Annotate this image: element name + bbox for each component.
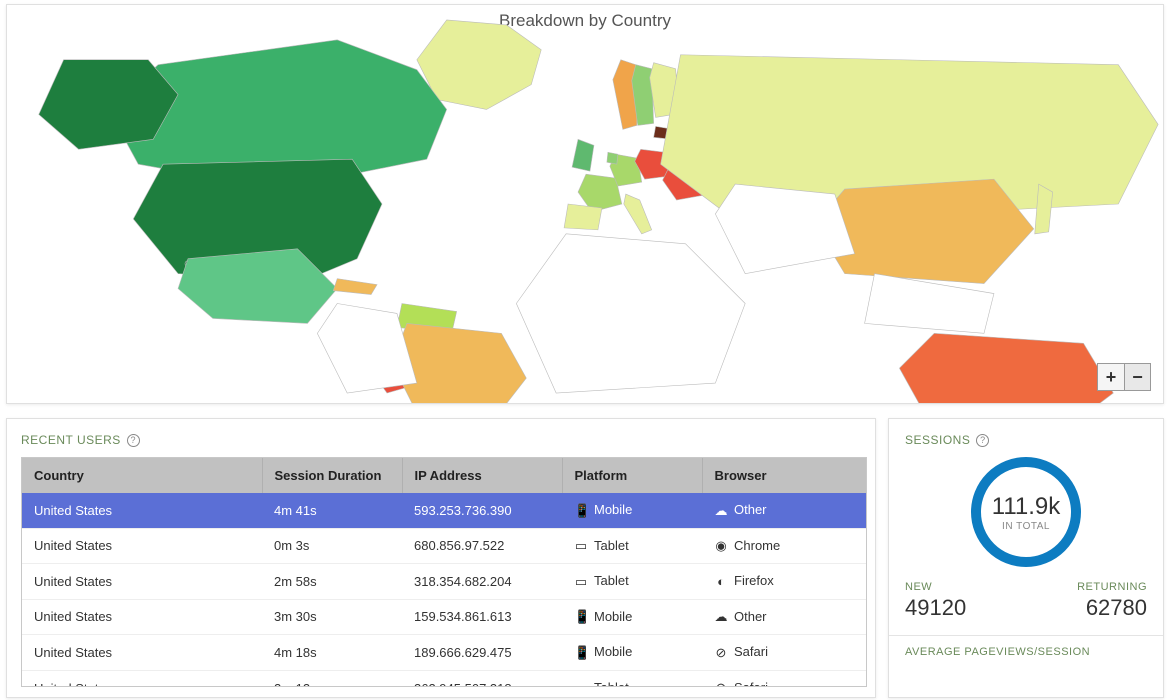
safari-icon: ⊘: [714, 645, 728, 661]
cell-ip: 593.253.736.390: [402, 493, 562, 528]
tablet-icon: ▭: [574, 574, 588, 590]
cell-duration: 4m 41s: [262, 493, 402, 528]
cell-country: United States: [22, 528, 262, 564]
cell-country: United States: [22, 635, 262, 671]
mobile-icon: 📱: [574, 609, 588, 625]
cell-ip: 680.856.97.522: [402, 528, 562, 564]
gauge-inner: 111.9k IN TOTAL: [971, 457, 1081, 567]
zoom-out-button[interactable]: −: [1124, 364, 1150, 390]
sessions-label: SESSIONS ?: [905, 433, 1147, 447]
sessions-gauge: 111.9k IN TOTAL: [971, 457, 1081, 567]
cell-browser: ☁Other: [702, 493, 866, 528]
table-row[interactable]: United States3m 30s159.534.861.613📱Mobil…: [22, 599, 866, 635]
safari-icon: ⊘: [714, 680, 728, 686]
cloud-icon: ☁: [714, 503, 728, 519]
cell-country: United States: [22, 493, 262, 528]
mobile-icon: 📱: [574, 503, 588, 519]
table-row[interactable]: United States4m 18s189.666.629.475📱Mobil…: [22, 635, 866, 671]
cell-ip: 318.354.682.204: [402, 564, 562, 600]
cell-browser: ☁Other: [702, 599, 866, 635]
avg-pageviews-label: AVERAGE PAGEVIEWS/SESSION: [905, 646, 1147, 658]
cell-country: United States: [22, 564, 262, 600]
cell-platform: 📱Mobile: [562, 493, 702, 528]
recent-users-scroll[interactable]: Country Session Duration IP Address Plat…: [22, 458, 866, 686]
cloud-icon: ☁: [714, 609, 728, 625]
col-duration[interactable]: Session Duration: [262, 458, 402, 493]
help-icon[interactable]: ?: [976, 434, 989, 447]
recent-users-table: Country Session Duration IP Address Plat…: [22, 458, 866, 686]
mobile-icon: 📱: [574, 645, 588, 661]
help-icon[interactable]: ?: [127, 434, 140, 447]
recent-users-grid: Country Session Duration IP Address Plat…: [21, 457, 867, 687]
map-panel: Breakdown by Country: [6, 4, 1164, 404]
cell-ip: 159.534.861.613: [402, 599, 562, 635]
map-country-uk[interactable]: [572, 139, 594, 171]
cell-country: United States: [22, 599, 262, 635]
cell-ip: 362.945.507.318: [402, 670, 562, 686]
firefox-icon: ◐: [714, 574, 728, 589]
col-platform[interactable]: Platform: [562, 458, 702, 493]
chrome-icon: ◉: [714, 538, 728, 554]
divider: [889, 635, 1163, 636]
sessions-new-label: NEW: [905, 581, 966, 593]
sessions-total-value: 111.9k: [992, 493, 1061, 521]
sessions-returning-label: RETURNING: [1077, 581, 1147, 593]
sessions-panel: SESSIONS ? 111.9k IN TOTAL NEW 49120 RET…: [888, 418, 1164, 698]
table-row[interactable]: United States2m 58s318.354.682.204▭Table…: [22, 564, 866, 600]
map-country-brazil[interactable]: [392, 323, 526, 403]
table-header-row: Country Session Duration IP Address Plat…: [22, 458, 866, 493]
cell-duration: 4m 18s: [262, 635, 402, 671]
recent-users-label: RECENT USERS ?: [21, 433, 867, 447]
cell-duration: 2m 12s: [262, 670, 402, 686]
zoom-in-button[interactable]: +: [1098, 364, 1124, 390]
cell-country: United States: [22, 670, 262, 686]
map-zoom-controls: + −: [1097, 363, 1151, 391]
cell-duration: 2m 58s: [262, 564, 402, 600]
col-browser[interactable]: Browser: [702, 458, 866, 493]
tablet-icon: ▭: [574, 680, 588, 686]
cell-ip: 189.666.629.475: [402, 635, 562, 671]
col-country[interactable]: Country: [22, 458, 262, 493]
sessions-total-sub: IN TOTAL: [1002, 521, 1050, 532]
cell-platform: ▭Tablet: [562, 528, 702, 564]
map-country-china[interactable]: [815, 179, 1034, 283]
table-row[interactable]: United States0m 3s680.856.97.522▭Tablet◉…: [22, 528, 866, 564]
cell-browser: ⊘Safari: [702, 635, 866, 671]
cell-browser: ◐Firefox: [702, 564, 866, 600]
world-map[interactable]: [7, 5, 1163, 403]
sessions-label-text: SESSIONS: [905, 433, 970, 447]
table-row[interactable]: United States2m 12s362.945.507.318▭Table…: [22, 670, 866, 686]
sessions-breakdown: NEW 49120 RETURNING 62780: [905, 581, 1147, 621]
tablet-icon: ▭: [574, 538, 588, 554]
cell-duration: 3m 30s: [262, 599, 402, 635]
recent-users-label-text: RECENT USERS: [21, 433, 121, 447]
sessions-new: NEW 49120: [905, 581, 966, 621]
map-country-australia[interactable]: [899, 333, 1113, 403]
map-country-italy[interactable]: [624, 194, 652, 234]
col-ip[interactable]: IP Address: [402, 458, 562, 493]
table-row[interactable]: United States4m 41s593.253.736.390📱Mobil…: [22, 493, 866, 528]
sessions-returning: RETURNING 62780: [1077, 581, 1147, 621]
recent-users-panel: RECENT USERS ? Country Session Duration …: [6, 418, 876, 698]
sessions-new-value: 49120: [905, 595, 966, 621]
cell-browser: ⊘Safari: [702, 670, 866, 686]
cell-platform: ▭Tablet: [562, 670, 702, 686]
sessions-returning-value: 62780: [1086, 595, 1147, 621]
cell-duration: 0m 3s: [262, 528, 402, 564]
map-country-cuba[interactable]: [333, 279, 377, 295]
cell-platform: ▭Tablet: [562, 564, 702, 600]
map-country-netherlands[interactable]: [607, 152, 618, 164]
map-country-spain[interactable]: [564, 204, 602, 230]
cell-browser: ◉Chrome: [702, 528, 866, 564]
cell-platform: 📱Mobile: [562, 635, 702, 671]
cell-platform: 📱Mobile: [562, 599, 702, 635]
